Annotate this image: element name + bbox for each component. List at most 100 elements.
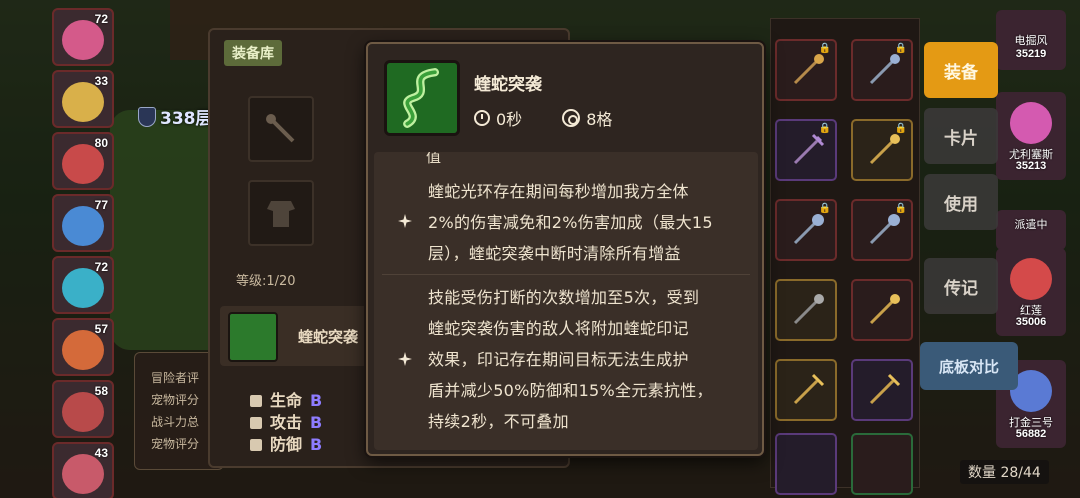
floor-label: 338层 xyxy=(160,109,213,129)
description-line: 持续2秒，不可叠加 xyxy=(428,412,569,431)
hero-card[interactable]: 57 xyxy=(52,318,114,376)
card-button[interactable]: 卡片 xyxy=(924,108,998,164)
attribute-name: 生命 xyxy=(270,391,303,410)
mace-icon xyxy=(793,214,824,245)
biography-button[interactable]: 传记 xyxy=(924,258,998,314)
equipment-tab[interactable]: 装备库 xyxy=(224,40,282,66)
shield-icon xyxy=(138,106,156,127)
attribute-row: 防御 B xyxy=(250,434,322,456)
skill-row[interactable]: 蝰蛇突袭 xyxy=(220,306,380,366)
range: 8格 xyxy=(562,106,612,130)
skill-title: 蝰蛇突袭 xyxy=(474,75,542,95)
hero-card[interactable]: 43 xyxy=(52,442,114,498)
compare-button[interactable]: 底板对比 xyxy=(920,342,1018,390)
hero-level: 77 xyxy=(94,198,108,212)
hero-card-right[interactable]: 红莲 35006 xyxy=(996,248,1066,336)
hero-card-right[interactable]: 电掘风 35219 xyxy=(996,10,1066,70)
skill-meta: 0秒 8格 xyxy=(474,106,612,130)
staff-icon xyxy=(793,54,824,85)
hero-name: 电掘风 xyxy=(1014,34,1048,47)
hero-level: 80 xyxy=(94,136,108,150)
hero-avatar xyxy=(62,82,104,122)
weapon-cell[interactable]: 🔒 xyxy=(851,39,913,101)
use-button[interactable]: 使用 xyxy=(924,174,998,230)
attribute-row: 攻击 B xyxy=(250,412,322,434)
weapon-cell[interactable] xyxy=(851,433,913,495)
divider xyxy=(382,274,750,275)
hero-level: 72 xyxy=(94,12,108,26)
clock-icon xyxy=(474,110,490,126)
hero-card[interactable]: 77 xyxy=(52,194,114,252)
hero-level: 58 xyxy=(94,384,108,398)
staff-icon xyxy=(793,294,824,325)
hero-level: 43 xyxy=(94,446,108,460)
description-line: 盾并减少50%防御和15%全元素抗性， xyxy=(428,381,713,400)
hero-score: 56882 xyxy=(1015,428,1047,440)
equipment-level: 等级:1/20 xyxy=(236,274,296,289)
description-line: 效果，印记存在期间目标无法生成护 xyxy=(428,350,689,369)
clipped-text: 值 xyxy=(426,152,442,166)
description-line: 技能受伤打断的次数增加至5次，受到 xyxy=(428,288,700,307)
mace-icon xyxy=(869,214,900,245)
weapon-slot[interactable] xyxy=(248,96,314,162)
floor-badge: 338层 xyxy=(138,104,213,129)
skill-description-body: 值 蝰蛇光环存在期间每秒增加我方全体 2%的伤害减免和2%伤害加成（最大15 层… xyxy=(374,152,758,450)
weapon-cell[interactable] xyxy=(851,279,913,341)
hero-score: 35006 xyxy=(1015,316,1047,328)
hero-list: 72 33 80 77 72 57 58 43 xyxy=(52,0,116,498)
attribute-grade: B xyxy=(310,435,323,454)
description-line: 蝰蛇光环存在期间每秒增加我方全体 xyxy=(428,182,689,201)
armor-slot[interactable] xyxy=(248,180,314,246)
staff-icon xyxy=(869,294,900,325)
range-value: 8格 xyxy=(586,110,613,129)
sparkle-icon xyxy=(398,352,412,366)
weapon-cell[interactable]: 🔒 xyxy=(851,199,913,261)
cooldown: 0秒 xyxy=(474,106,522,130)
hero-avatar xyxy=(62,206,104,246)
attribute-row: 生命 B xyxy=(250,390,322,412)
hero-level: 72 xyxy=(94,260,108,274)
hero-card-right[interactable]: 尤利塞斯 35213 xyxy=(996,92,1066,180)
hero-card[interactable]: 72 xyxy=(52,8,114,66)
weapon-cell[interactable]: 🔒 xyxy=(775,119,837,181)
armor-icon xyxy=(267,201,295,227)
hero-status: 派遣中 xyxy=(1014,218,1048,231)
inventory-count: 数量 28/44 xyxy=(960,460,1049,484)
hero-avatar xyxy=(62,20,104,60)
viper-skill-icon xyxy=(384,60,460,136)
trident-icon xyxy=(793,373,825,405)
weapon-cell[interactable] xyxy=(851,359,913,421)
skill-name: 蝰蛇突袭 xyxy=(298,328,359,346)
trident-icon xyxy=(869,373,901,405)
hero-avatar xyxy=(1010,258,1052,300)
hero-avatar xyxy=(62,454,104,494)
weapon-cell[interactable]: 🔒 xyxy=(775,39,837,101)
sparkle-icon xyxy=(398,214,412,228)
attribute-name: 防御 xyxy=(270,435,303,454)
weapon-cell[interactable] xyxy=(775,433,837,495)
weapon-cell[interactable]: 🔒 xyxy=(775,199,837,261)
hero-avatar xyxy=(62,144,104,184)
hero-card[interactable]: 33 xyxy=(52,70,114,128)
weapon-cell[interactable] xyxy=(775,359,837,421)
hero-card-right[interactable]: 派遣中 xyxy=(996,210,1066,250)
staff-icon xyxy=(869,134,900,165)
sword-icon xyxy=(250,417,262,429)
hero-avatar xyxy=(1010,102,1052,144)
hero-card[interactable]: 72 xyxy=(52,256,114,314)
attribute-grade: B xyxy=(310,391,323,410)
hero-avatar xyxy=(62,268,104,308)
hero-card[interactable]: 80 xyxy=(52,132,114,190)
hero-level: 33 xyxy=(94,74,108,88)
weapon-cell[interactable] xyxy=(775,279,837,341)
weapon-cell[interactable]: 🔒 xyxy=(851,119,913,181)
attribute-list: 生命 B 攻击 B 防御 B xyxy=(250,390,322,456)
equip-button[interactable]: 装备 xyxy=(924,42,998,98)
wand-icon xyxy=(266,114,295,143)
staff-icon xyxy=(869,54,900,85)
viper-skill-icon xyxy=(228,312,278,362)
hero-score: 35219 xyxy=(1015,48,1047,60)
description-line: 层），蝰蛇突袭中断时清除所有增益 xyxy=(428,244,681,263)
hero-level: 57 xyxy=(94,322,108,336)
hero-card[interactable]: 58 xyxy=(52,380,114,438)
